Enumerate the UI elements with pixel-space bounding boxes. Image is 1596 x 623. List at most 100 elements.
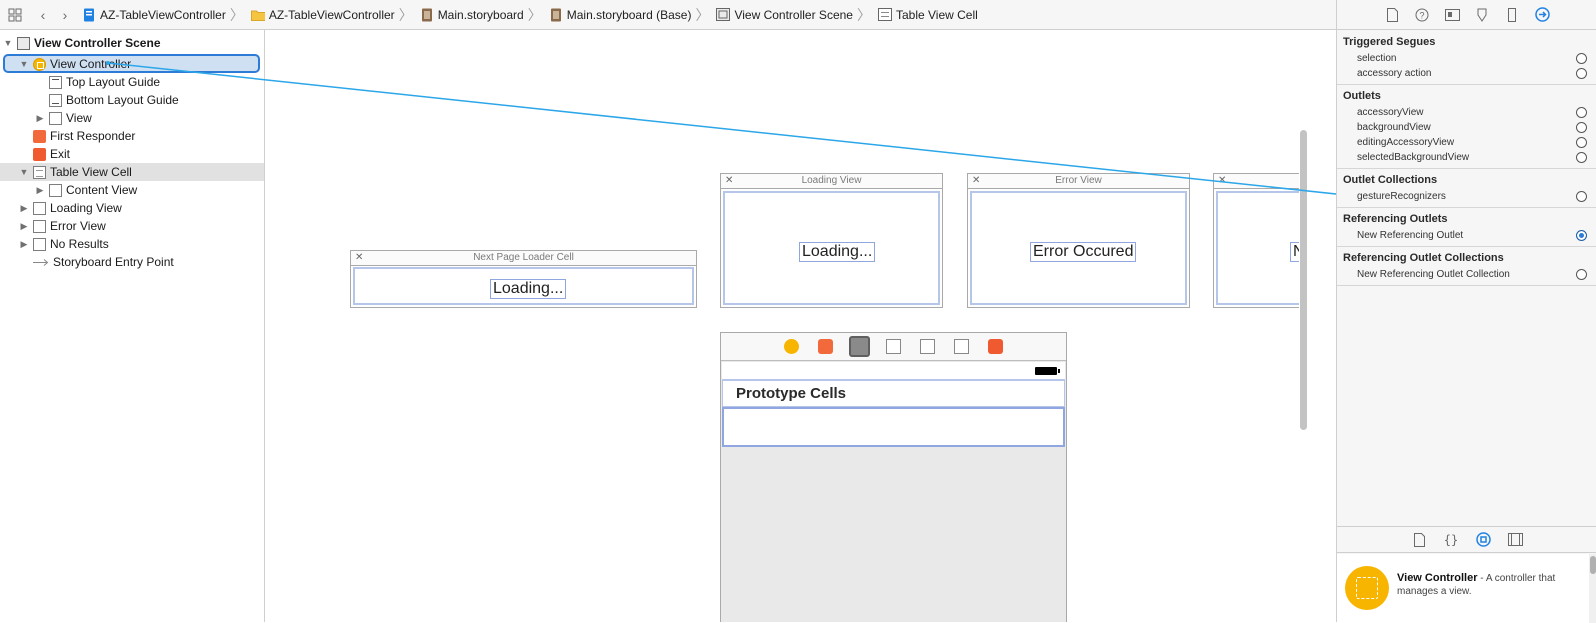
section-title: Outlets: [1343, 90, 1381, 102]
outline-item-content-view[interactable]: ▶ Content View: [0, 181, 264, 199]
breadcrumb-scene[interactable]: View Controller Scene 〉: [714, 0, 876, 30]
outline-item-table-view-cell[interactable]: ▼ Table View Cell: [0, 163, 264, 181]
no-results-label[interactable]: N: [1290, 242, 1299, 262]
disclosure-triangle-open-icon[interactable]: ▼: [2, 38, 14, 48]
view-content[interactable]: N: [1216, 191, 1299, 305]
breadcrumb-table-cell[interactable]: Table View Cell: [876, 0, 978, 30]
loading-view-scene[interactable]: ✕ Loading View Loading...: [720, 173, 943, 308]
outline-item-storyboard-entry-point[interactable]: Storyboard Entry Point: [0, 253, 264, 271]
outline-item-view-controller[interactable]: ▼ View Controller: [0, 54, 264, 73]
view-controller-scene[interactable]: Prototype Cells: [720, 332, 1067, 622]
layout-guide-icon: [49, 75, 62, 89]
exit-icon[interactable]: [988, 339, 1003, 354]
breadcrumb-storyboard-base[interactable]: Main.storyboard (Base) 〉: [547, 0, 715, 30]
quick-help-icon[interactable]: ?: [1413, 6, 1431, 24]
forward-chevron-icon[interactable]: ›: [54, 4, 76, 26]
first-responder-icon: [33, 129, 46, 143]
view-controller-icon[interactable]: [784, 339, 799, 354]
breadcrumb-project[interactable]: AZ-TableViewController 〉: [80, 0, 249, 30]
connection-label: accessoryView: [1357, 107, 1424, 118]
identity-inspector-icon[interactable]: [1443, 6, 1461, 24]
connection-circle-icon[interactable]: [1576, 107, 1587, 118]
outline-item-bottom-layout-guide[interactable]: Bottom Layout Guide: [0, 91, 264, 109]
close-icon[interactable]: ✕: [972, 174, 980, 188]
scene-dock: [721, 333, 1066, 361]
disclosure-triangle-closed-icon[interactable]: ▶: [18, 221, 30, 232]
disclosure-triangle-closed-icon[interactable]: ▶: [18, 239, 30, 250]
first-responder-icon[interactable]: [818, 339, 833, 354]
file-inspector-icon[interactable]: [1383, 6, 1401, 24]
error-view-scene[interactable]: ✕ Error View Error Occured: [967, 173, 1190, 308]
connection-label: editingAccessoryView: [1357, 137, 1455, 148]
disclosure-triangle-closed-icon[interactable]: ▶: [34, 185, 46, 196]
close-icon[interactable]: ✕: [355, 251, 363, 265]
file-template-library-icon[interactable]: [1410, 531, 1428, 549]
outline-item-first-responder[interactable]: First Responder: [0, 127, 264, 145]
battery-icon: [1035, 367, 1060, 375]
connection-circle-icon[interactable]: [1576, 191, 1587, 202]
connection-circle-icon[interactable]: [1576, 152, 1587, 163]
connection-circle-icon[interactable]: [1576, 122, 1587, 133]
connection-row: backgroundView: [1337, 120, 1596, 135]
media-library-icon[interactable]: [1506, 531, 1524, 549]
outline-label: Error View: [50, 219, 106, 233]
scene-icon: [716, 8, 731, 22]
table-cell-icon: [877, 8, 892, 22]
breadcrumb-folder[interactable]: AZ-TableViewController 〉: [249, 0, 418, 30]
library-item-view-controller[interactable]: View Controller - A controller that mana…: [1337, 554, 1589, 623]
loading-label[interactable]: Loading...: [490, 279, 567, 299]
loading-label[interactable]: Loading...: [799, 242, 876, 262]
disclosure-triangle-open-icon[interactable]: ▼: [18, 59, 30, 69]
connection-label: accessory action: [1357, 68, 1432, 79]
cell-content[interactable]: Loading...: [353, 267, 694, 305]
outline-item-view-controller-scene[interactable]: ▼ View Controller Scene: [0, 34, 264, 52]
next-page-loader-cell-scene[interactable]: ✕ Next Page Loader Cell Loading...: [350, 250, 697, 308]
breadcrumb-storyboard[interactable]: Main.storyboard 〉: [418, 0, 547, 30]
attributes-inspector-icon[interactable]: [1473, 6, 1491, 24]
connection-circle-icon[interactable]: [1576, 137, 1587, 148]
scene-title: Error View: [1055, 175, 1102, 186]
close-icon[interactable]: ✕: [725, 174, 733, 188]
breadcrumb-separator-icon: 〉: [695, 6, 710, 23]
related-items-grid-icon[interactable]: [4, 4, 26, 26]
outline-item-view[interactable]: ▶ View: [0, 109, 264, 127]
view-icon[interactable]: [920, 339, 935, 354]
back-chevron-icon[interactable]: ‹: [32, 4, 54, 26]
status-bar: [722, 362, 1065, 380]
disclosure-triangle-closed-icon[interactable]: ▶: [18, 203, 30, 214]
close-icon[interactable]: ✕: [1218, 174, 1226, 188]
code-snippet-library-icon[interactable]: {}: [1442, 531, 1460, 549]
library-item-text: View Controller - A controller that mana…: [1397, 572, 1582, 598]
outline-label: Bottom Layout Guide: [66, 93, 179, 107]
outline-label: Top Layout Guide: [66, 75, 161, 89]
connection-circle-icon[interactable]: [1576, 53, 1587, 64]
outline-item-no-results[interactable]: ▶ No Results: [0, 235, 264, 253]
prototype-cell[interactable]: [722, 407, 1065, 447]
section-referencing-outlets: Referencing Outlets New Referencing Outl…: [1337, 208, 1596, 247]
size-inspector-icon[interactable]: [1503, 6, 1521, 24]
view-icon[interactable]: [886, 339, 901, 354]
connections-inspector-icon[interactable]: [1533, 6, 1551, 24]
view-content[interactable]: Error Occured: [970, 191, 1187, 305]
view-icon[interactable]: [954, 339, 969, 354]
outline-item-exit[interactable]: Exit: [0, 145, 264, 163]
connection-circle-linked-icon[interactable]: [1576, 230, 1587, 241]
outline-item-top-layout-guide[interactable]: Top Layout Guide: [0, 73, 264, 91]
outline-item-loading-view[interactable]: ▶ Loading View: [0, 199, 264, 217]
outline-item-error-view[interactable]: ▶ Error View: [0, 217, 264, 235]
object-library-icon[interactable]: [1474, 531, 1492, 549]
canvas-scrollbar[interactable]: [1300, 130, 1307, 430]
disclosure-triangle-closed-icon[interactable]: ▶: [34, 113, 46, 124]
connection-circle-icon[interactable]: [1576, 68, 1587, 79]
library-scrollbar[interactable]: [1589, 554, 1596, 623]
disclosure-triangle-open-icon[interactable]: ▼: [18, 167, 30, 177]
view-content[interactable]: Loading...: [723, 191, 940, 305]
table-cell-icon[interactable]: [849, 336, 870, 357]
connection-circle-icon[interactable]: [1576, 269, 1587, 280]
scene-title: Next Page Loader Cell: [473, 252, 574, 263]
no-results-view-scene[interactable]: ✕ N: [1213, 173, 1299, 308]
library-tabs: {}: [1337, 527, 1596, 553]
breadcrumb-label: Main.storyboard: [437, 7, 524, 22]
section-triggered-segues: Triggered Segues selection accessory act…: [1337, 31, 1596, 85]
error-label[interactable]: Error Occured: [1030, 242, 1137, 262]
